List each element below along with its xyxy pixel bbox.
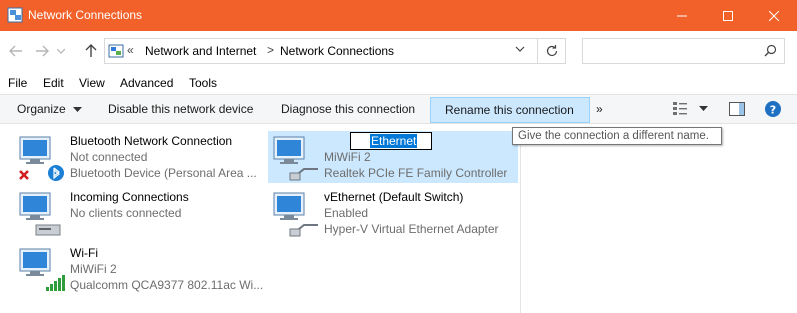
minimize-button[interactable] — [659, 0, 705, 31]
connection-name: Incoming Connections — [70, 190, 189, 204]
connection-device: Realtek PCIe FE Family Controller — [324, 166, 508, 180]
connection-item-vethernet[interactable]: vEthernet (Default Switch) Enabled Hyper… — [268, 187, 518, 239]
menu-edit[interactable]: Edit — [43, 76, 64, 90]
search-input[interactable] — [582, 38, 785, 64]
window-title: Network Connections — [28, 8, 143, 22]
connection-status: Not connected — [70, 150, 148, 164]
connection-name: vEthernet (Default Switch) — [324, 190, 464, 204]
column-divider — [520, 145, 521, 313]
change-view-icon[interactable] — [673, 102, 689, 116]
ethernet-adapter-icon — [273, 136, 318, 181]
connection-device: Hyper-V Virtual Ethernet Adapter — [324, 222, 499, 236]
menu-advanced[interactable]: Advanced — [120, 76, 173, 90]
address-bar[interactable]: « Network and Internet > Network Connect… — [104, 38, 538, 64]
help-icon[interactable]: ? — [765, 101, 781, 117]
maximize-button[interactable] — [705, 0, 751, 31]
menu-view[interactable]: View — [79, 76, 105, 90]
svg-text:?: ? — [770, 104, 776, 117]
connection-status: MiWiFi 2 — [324, 150, 371, 164]
close-icon — [769, 10, 779, 21]
address-toolbar: « Network and Internet > Network Connect… — [0, 31, 797, 71]
connection-item-incoming[interactable]: Incoming Connections No clients connecte… — [14, 187, 264, 239]
organize-button[interactable]: Organize — [10, 97, 89, 123]
more-commands-button[interactable]: » — [589, 97, 610, 123]
breadcrumb-separator: > — [267, 43, 275, 57]
chevron-down-icon — [57, 48, 65, 54]
up-button[interactable] — [81, 41, 101, 61]
rename-connection-button[interactable]: Rename this connection — [430, 97, 590, 123]
breadcrumb-network-connections[interactable]: Network Connections — [280, 44, 394, 58]
back-button[interactable] — [6, 41, 26, 61]
rename-tooltip: Give the connection a different name. — [512, 127, 722, 145]
chevron-down-icon[interactable] — [515, 46, 525, 54]
connection-status: MiWiFi 2 — [70, 262, 117, 276]
connection-item-bluetooth[interactable]: Bluetooth Network Connection Not connect… — [14, 131, 264, 183]
refresh-icon — [546, 45, 557, 57]
search-icon — [764, 44, 777, 57]
forward-button[interactable] — [32, 41, 52, 61]
menu-tools[interactable]: Tools — [189, 76, 217, 90]
rename-selected-text: Ethernet — [370, 134, 418, 148]
network-connections-app-icon — [7, 7, 23, 23]
connection-name: Wi-Fi — [70, 246, 98, 260]
incoming-connections-icon — [19, 192, 61, 236]
close-button[interactable] — [751, 0, 797, 31]
breadcrumb-overflow[interactable]: « — [127, 43, 134, 57]
diagnose-connection-button[interactable]: Diagnose this connection — [274, 97, 422, 123]
preview-pane-icon[interactable] — [729, 102, 745, 116]
connections-list: Bluetooth Network Connection Not connect… — [0, 125, 797, 313]
refresh-button[interactable] — [538, 38, 566, 64]
menu-file[interactable]: File — [8, 76, 27, 90]
arrow-up-icon — [85, 44, 97, 57]
ethernet-adapter-icon — [273, 192, 318, 237]
rename-connection-input[interactable]: Ethernet — [350, 132, 432, 150]
arrow-right-icon — [36, 45, 49, 57]
menu-bar: File Edit View Advanced Tools — [0, 72, 797, 94]
connection-device: Qualcomm QCA9377 802.11ac Wi... — [70, 278, 264, 292]
breadcrumb-network-and-internet[interactable]: Network and Internet — [145, 44, 256, 58]
command-bar: Organize Disable this network device Dia… — [0, 94, 797, 124]
disable-device-button[interactable]: Disable this network device — [101, 97, 260, 123]
connection-item-wifi[interactable]: Wi-Fi MiWiFi 2 Qualcomm QCA9377 802.11ac… — [14, 243, 264, 295]
caret-down-icon — [73, 107, 83, 112]
connection-status: Enabled — [324, 206, 369, 220]
network-adapter-icon — [19, 136, 64, 181]
connection-status: No clients connected — [70, 206, 182, 220]
arrow-left-icon — [9, 45, 22, 57]
connection-name: Bluetooth Network Connection — [70, 134, 233, 148]
control-panel-icon — [108, 44, 124, 58]
view-options-caret-icon[interactable] — [699, 106, 708, 112]
organize-label: Organize — [17, 102, 66, 116]
title-bar: Network Connections — [0, 0, 797, 31]
maximize-icon — [723, 10, 733, 21]
recent-locations-button[interactable] — [54, 41, 68, 61]
wifi-adapter-icon — [19, 248, 65, 291]
minimize-icon — [677, 15, 687, 16]
connection-device: Bluetooth Device (Personal Area ... — [70, 166, 257, 180]
